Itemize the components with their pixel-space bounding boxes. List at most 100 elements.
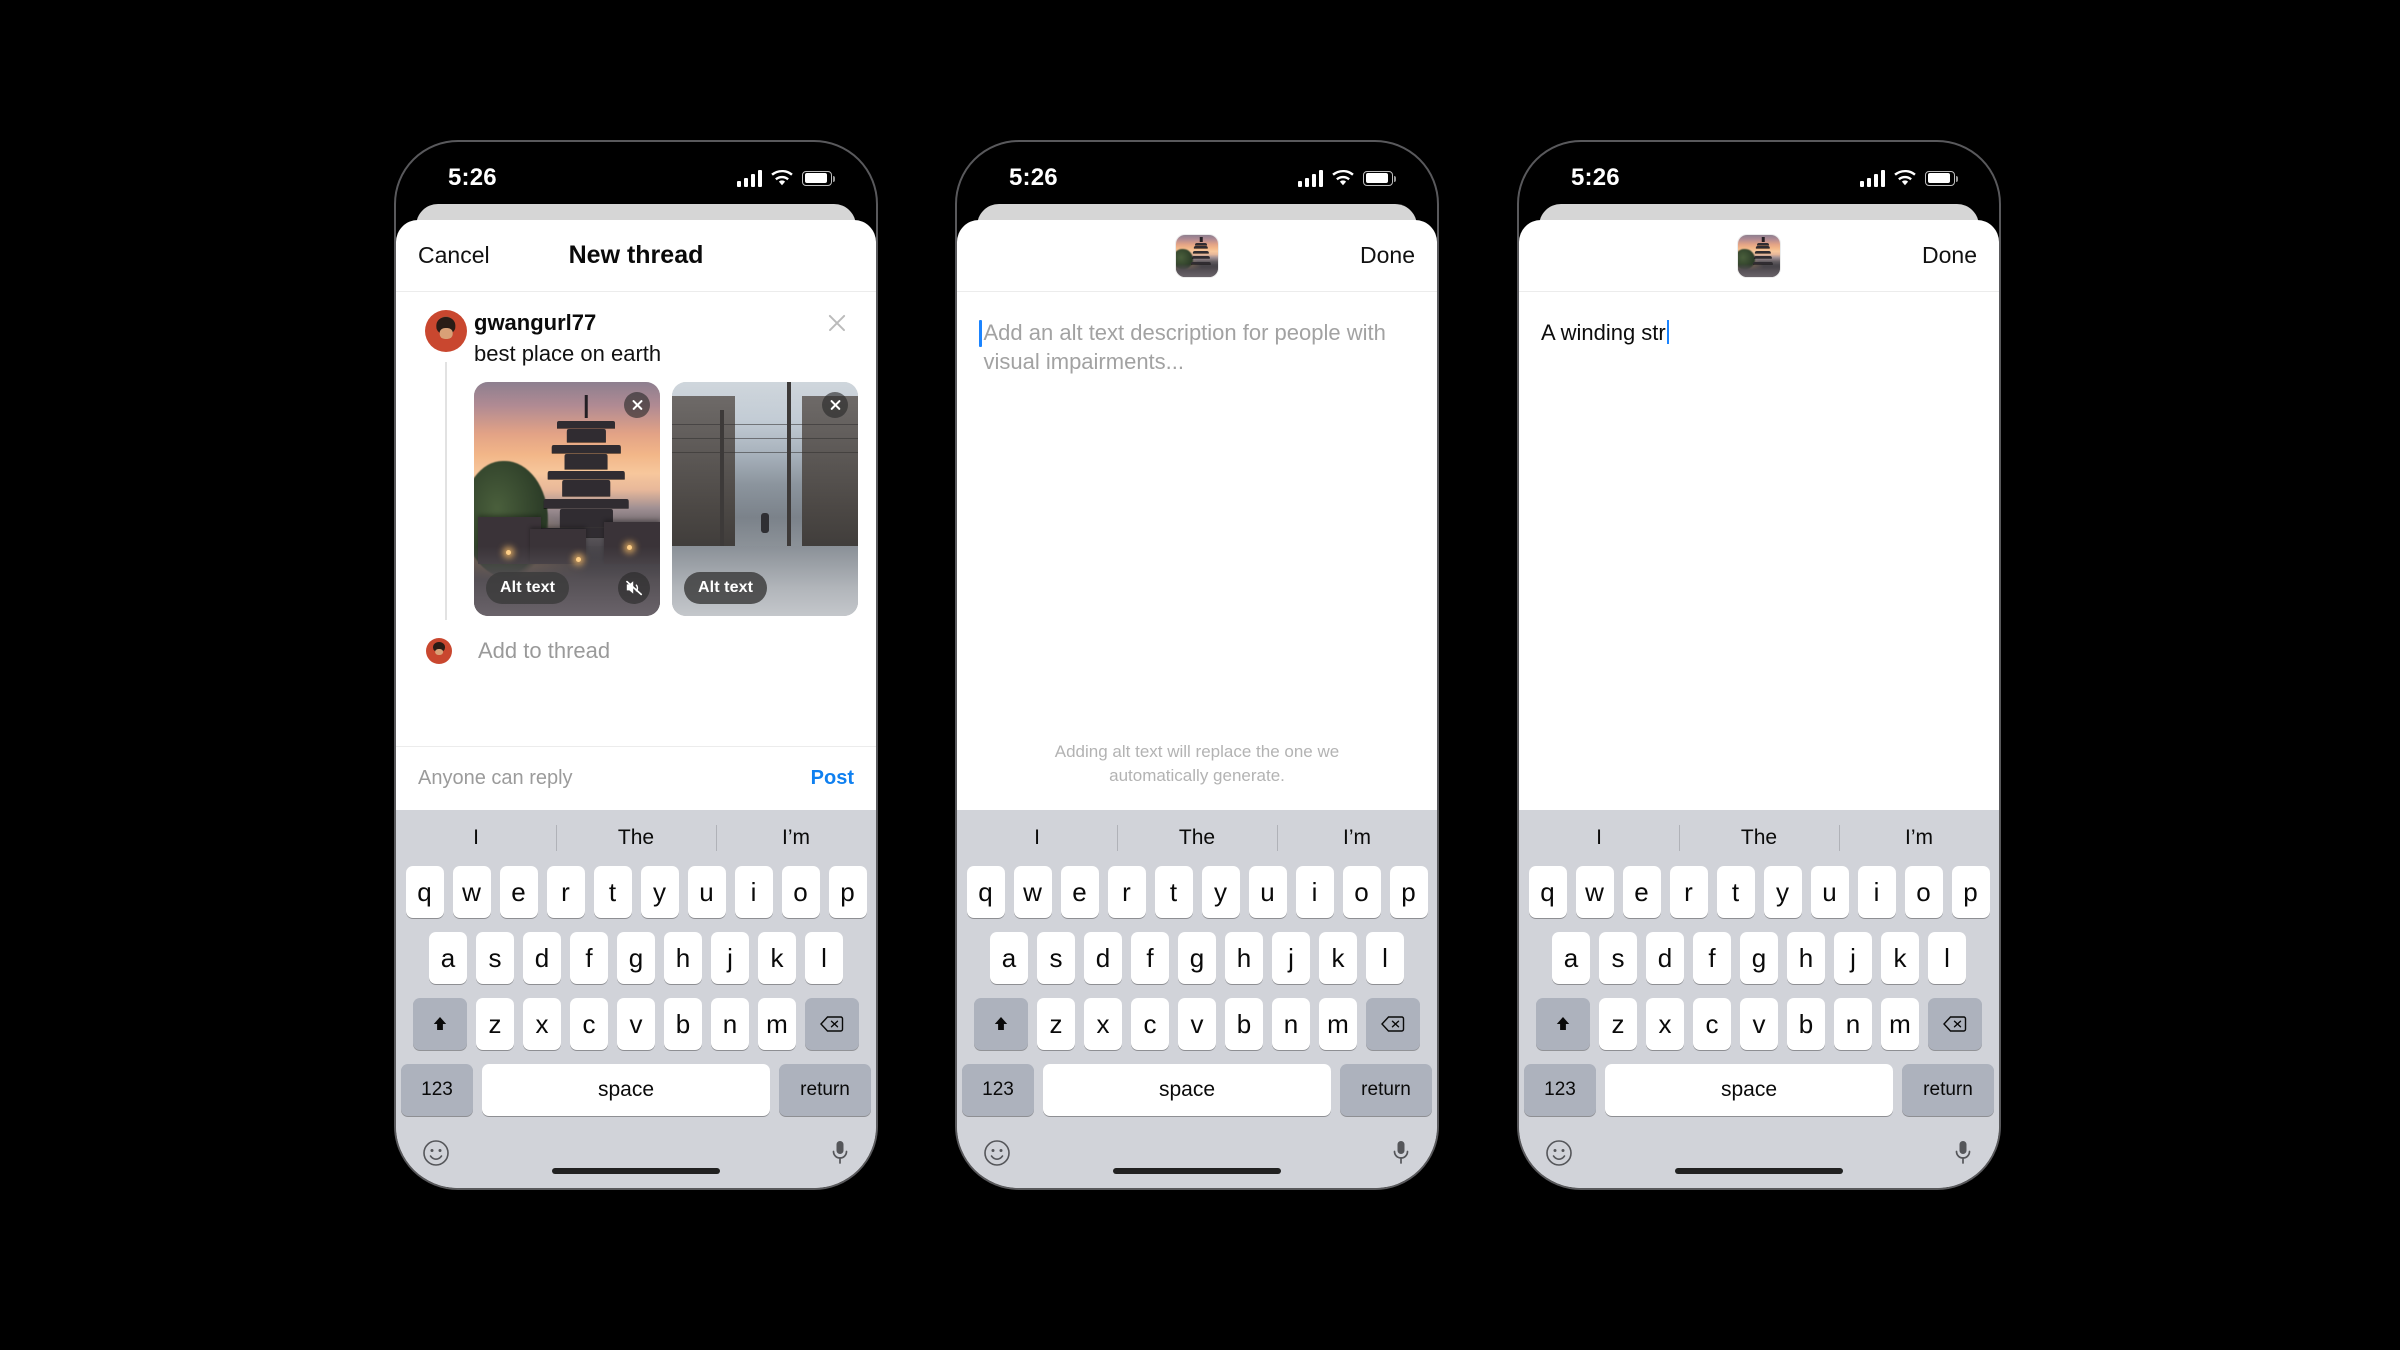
key-u[interactable]: u xyxy=(687,866,726,918)
key-i[interactable]: i xyxy=(1295,866,1334,918)
return-key[interactable]: return xyxy=(779,1064,871,1116)
key-v[interactable]: v xyxy=(1178,998,1216,1050)
numbers-key[interactable]: 123 xyxy=(1524,1064,1596,1116)
prediction-item-1[interactable]: The xyxy=(556,826,716,850)
key-t[interactable]: t xyxy=(1716,866,1755,918)
key-m[interactable]: m xyxy=(758,998,796,1050)
key-w[interactable]: w xyxy=(1013,866,1052,918)
numbers-key[interactable]: 123 xyxy=(962,1064,1034,1116)
key-j[interactable]: j xyxy=(1272,932,1310,984)
key-e[interactable]: e xyxy=(1060,866,1099,918)
backspace-icon[interactable] xyxy=(1366,998,1420,1050)
key-d[interactable]: d xyxy=(523,932,561,984)
key-r[interactable]: r xyxy=(546,866,585,918)
key-j[interactable]: j xyxy=(711,932,749,984)
shift-icon[interactable] xyxy=(1536,998,1590,1050)
key-f[interactable]: f xyxy=(570,932,608,984)
prediction-item-1[interactable]: The xyxy=(1117,826,1277,850)
microphone-icon[interactable] xyxy=(1391,1139,1411,1172)
key-i[interactable]: i xyxy=(1857,866,1896,918)
key-a[interactable]: a xyxy=(429,932,467,984)
key-s[interactable]: s xyxy=(1599,932,1637,984)
key-w[interactable]: w xyxy=(452,866,491,918)
selected-media-thumbnail[interactable] xyxy=(1176,234,1218,277)
reply-policy-button[interactable]: Anyone can reply xyxy=(418,767,573,790)
key-l[interactable]: l xyxy=(805,932,843,984)
key-t[interactable]: t xyxy=(1154,866,1193,918)
key-y[interactable]: y xyxy=(640,866,679,918)
key-v[interactable]: v xyxy=(617,998,655,1050)
key-c[interactable]: c xyxy=(570,998,608,1050)
key-g[interactable]: g xyxy=(617,932,655,984)
key-c[interactable]: c xyxy=(1131,998,1169,1050)
key-z[interactable]: z xyxy=(1037,998,1075,1050)
prediction-item-0[interactable]: I xyxy=(1519,826,1679,850)
key-u[interactable]: u xyxy=(1248,866,1287,918)
key-y[interactable]: y xyxy=(1201,866,1240,918)
done-button[interactable]: Done xyxy=(1922,242,1977,269)
numbers-key[interactable]: 123 xyxy=(401,1064,473,1116)
caption-text[interactable]: best place on earth xyxy=(474,341,866,367)
key-g[interactable]: g xyxy=(1740,932,1778,984)
microphone-icon[interactable] xyxy=(1953,1139,1973,1172)
microphone-icon[interactable] xyxy=(830,1139,850,1172)
space-key[interactable]: space xyxy=(1043,1064,1331,1116)
space-key[interactable]: space xyxy=(482,1064,770,1116)
key-l[interactable]: l xyxy=(1928,932,1966,984)
backspace-icon[interactable] xyxy=(805,998,859,1050)
key-z[interactable]: z xyxy=(476,998,514,1050)
key-b[interactable]: b xyxy=(664,998,702,1050)
add-to-thread-row[interactable]: Add to thread xyxy=(396,620,876,664)
key-x[interactable]: x xyxy=(1084,998,1122,1050)
key-c[interactable]: c xyxy=(1693,998,1731,1050)
shift-icon[interactable] xyxy=(974,998,1028,1050)
key-f[interactable]: f xyxy=(1131,932,1169,984)
key-d[interactable]: d xyxy=(1084,932,1122,984)
key-n[interactable]: n xyxy=(1272,998,1310,1050)
prediction-item-1[interactable]: The xyxy=(1679,826,1839,850)
emoji-icon[interactable] xyxy=(422,1139,450,1172)
selected-media-thumbnail[interactable] xyxy=(1738,234,1780,277)
prediction-item-0[interactable]: I xyxy=(957,826,1117,850)
key-a[interactable]: a xyxy=(1552,932,1590,984)
key-b[interactable]: b xyxy=(1225,998,1263,1050)
key-b[interactable]: b xyxy=(1787,998,1825,1050)
post-button[interactable]: Post xyxy=(811,767,854,790)
key-e[interactable]: e xyxy=(1622,866,1661,918)
media-thumb-alley[interactable]: Alt text xyxy=(672,381,858,616)
emoji-icon[interactable] xyxy=(983,1139,1011,1172)
key-n[interactable]: n xyxy=(1834,998,1872,1050)
key-h[interactable]: h xyxy=(664,932,702,984)
key-k[interactable]: k xyxy=(1319,932,1357,984)
key-r[interactable]: r xyxy=(1669,866,1708,918)
return-key[interactable]: return xyxy=(1340,1064,1432,1116)
key-o[interactable]: o xyxy=(1342,866,1381,918)
key-j[interactable]: j xyxy=(1834,932,1872,984)
key-t[interactable]: t xyxy=(593,866,632,918)
key-d[interactable]: d xyxy=(1646,932,1684,984)
key-e[interactable]: e xyxy=(499,866,538,918)
key-p[interactable]: p xyxy=(1951,866,1990,918)
alt-text-input[interactable]: A winding str xyxy=(1541,318,1977,347)
key-l[interactable]: l xyxy=(1366,932,1404,984)
key-k[interactable]: k xyxy=(1881,932,1919,984)
username-label[interactable]: gwangurl77 xyxy=(474,310,866,335)
key-f[interactable]: f xyxy=(1693,932,1731,984)
key-m[interactable]: m xyxy=(1881,998,1919,1050)
key-m[interactable]: m xyxy=(1319,998,1357,1050)
key-v[interactable]: v xyxy=(1740,998,1778,1050)
remove-media-icon[interactable] xyxy=(822,391,848,418)
key-s[interactable]: s xyxy=(1037,932,1075,984)
alt-text-badge[interactable]: Alt text xyxy=(486,571,570,604)
key-p[interactable]: p xyxy=(1389,866,1428,918)
prediction-item-2[interactable]: I’m xyxy=(1277,826,1437,850)
shift-icon[interactable] xyxy=(413,998,467,1050)
key-h[interactable]: h xyxy=(1787,932,1825,984)
key-r[interactable]: r xyxy=(1107,866,1146,918)
cancel-button[interactable]: Cancel xyxy=(418,242,490,269)
backspace-icon[interactable] xyxy=(1928,998,1982,1050)
close-icon[interactable] xyxy=(826,312,848,334)
prediction-item-0[interactable]: I xyxy=(396,826,556,850)
key-g[interactable]: g xyxy=(1178,932,1216,984)
key-y[interactable]: y xyxy=(1763,866,1802,918)
